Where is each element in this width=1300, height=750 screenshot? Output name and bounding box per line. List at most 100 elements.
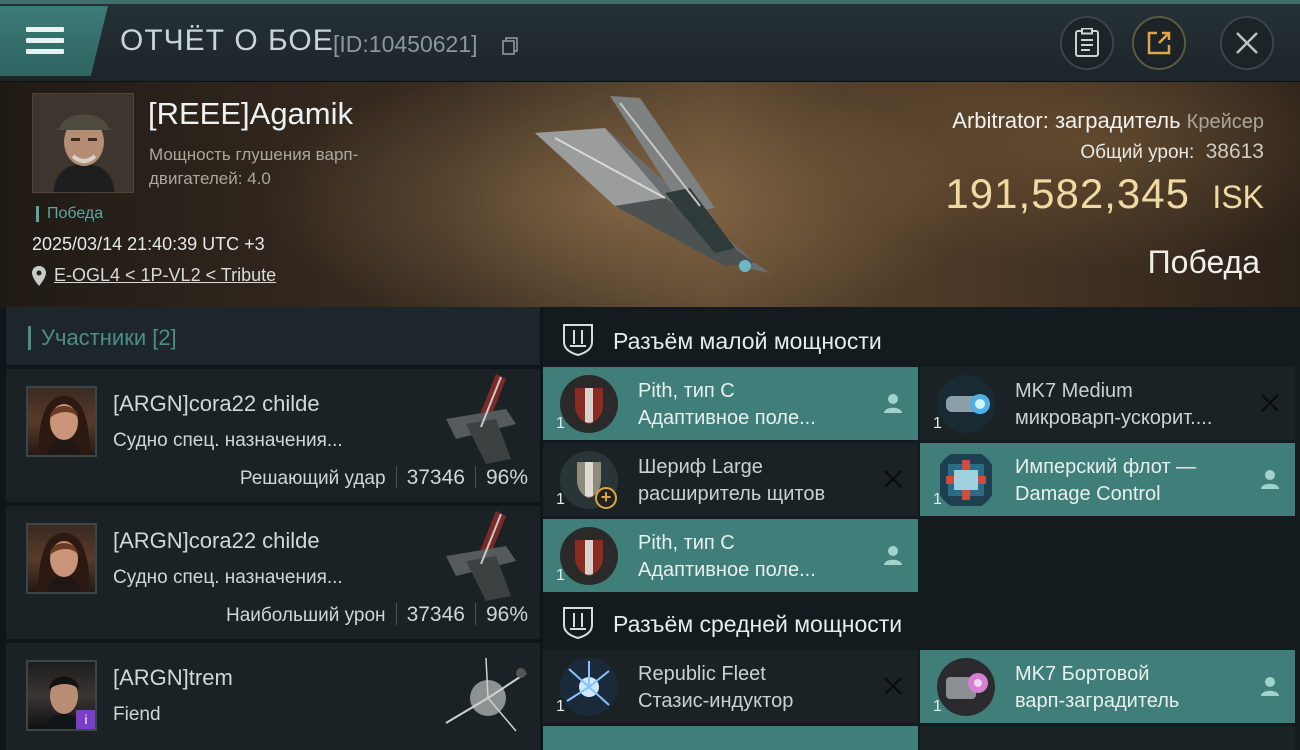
module-card[interactable]: 1 Имперский флот — Damage Control	[920, 443, 1295, 516]
copy-icon[interactable]	[502, 37, 518, 55]
participant-stats: Решающий удар 37346 96%	[240, 466, 528, 490]
participant-row[interactable]: [ARGN]cora22 childe Судно спец. назначен…	[6, 506, 540, 639]
participant-stats: Наибольший урон 37346 96%	[226, 603, 528, 627]
battle-location[interactable]: E-OGL4 < 1P-VL2 < Tribute	[32, 265, 276, 286]
participant-ship: Судно спец. назначения...	[113, 567, 343, 588]
shield-hardener-icon	[559, 374, 619, 434]
menu-icon	[26, 27, 64, 55]
participants-title: Участники [2]	[28, 326, 177, 350]
fitted-person-icon	[884, 546, 902, 565]
module-name: Имперский флот —	[1015, 456, 1197, 478]
mid-slot-title: Разъём средней мощности	[613, 611, 903, 637]
victim-ship-image[interactable]	[515, 88, 785, 283]
participant-name[interactable]: [ARGN]trem	[113, 665, 233, 691]
report-id: [ID:10450621]	[333, 31, 478, 57]
module-card[interactable]: 1 MK7 Medium микроварп-ускорит....	[920, 367, 1295, 440]
close-button[interactable]	[1220, 16, 1274, 70]
module-name: Шериф Large	[638, 456, 763, 478]
module-card-partial[interactable]	[920, 726, 1295, 750]
report-icon	[1075, 28, 1099, 57]
module-type: Стазис-индуктор	[638, 690, 794, 712]
participant-role: Наибольший урон	[225, 605, 386, 626]
module-card-partial[interactable]	[543, 726, 918, 750]
module-name: MK7 Бортовой	[1015, 663, 1150, 685]
module-card[interactable]: 1 Republic Fleet Стазис-индуктор	[543, 650, 918, 723]
low-slot-icon	[563, 324, 593, 356]
module-card[interactable]: 1 MK7 Бортовой варп-заградитель	[920, 650, 1295, 723]
low-slot-title: Разъём малой мощности	[613, 328, 882, 354]
participant-avatar[interactable]: i	[26, 660, 97, 731]
participant-role: Решающий удар	[239, 468, 386, 489]
participant-name[interactable]: [ARGN]cora22 childe	[113, 528, 320, 554]
participant-damage: 37346	[406, 603, 465, 626]
module-type: микроварп-ускорит....	[1015, 407, 1213, 429]
module-qty: 1	[933, 491, 942, 508]
participant-damage: 37346	[406, 466, 465, 489]
report-button[interactable]	[1060, 16, 1114, 70]
victim-ship-name[interactable]: Arbitrator: заградитель	[952, 108, 1180, 133]
menu-button[interactable]	[0, 6, 108, 76]
module-card[interactable]: + 1 Шериф Large расширитель щитов	[543, 443, 918, 516]
module-qty: 1	[933, 698, 942, 715]
participant-percent: 96%	[485, 603, 528, 626]
fitted-person-icon	[1261, 677, 1279, 696]
participant-ship-image[interactable]	[426, 643, 536, 743]
isk-unit: ISK	[1212, 179, 1264, 215]
shield-hardener-icon	[559, 526, 619, 586]
participant-ship: Fiend	[113, 704, 161, 725]
module-qty: 1	[556, 415, 565, 432]
total-damage: Общий урон: 38613	[1080, 140, 1264, 164]
warp-disruptor-icon	[936, 657, 996, 717]
mid-slot-header: Разъём средней мощности	[543, 593, 1300, 653]
destroyed-x-icon	[884, 470, 902, 488]
participant-avatar[interactable]	[26, 386, 97, 457]
total-damage-value: 38613	[1205, 140, 1264, 163]
page-title: ОТЧЁТ О БОЕ	[120, 24, 334, 57]
module-card[interactable]: 1 Pith, тип C Адаптивное поле...	[543, 367, 918, 440]
participant-name[interactable]: [ARGN]cora22 childe	[113, 391, 320, 417]
total-damage-label: Общий урон:	[1080, 142, 1195, 163]
module-name: Pith, тип C	[638, 532, 735, 554]
stasis-webifier-icon	[559, 657, 619, 717]
module-type: расширитель щитов	[638, 483, 826, 505]
participant-ship-image[interactable]	[426, 506, 536, 606]
module-type: варп-заградитель	[1015, 690, 1180, 712]
isk-loss: 191,582,345 ISK	[945, 170, 1264, 218]
warp-disruption-strength: Мощность глушения варп-двигателей: 4.0	[149, 145, 359, 188]
victim-ship-class: Крейсер	[1186, 111, 1264, 133]
share-button[interactable]	[1132, 16, 1186, 70]
share-icon	[1147, 31, 1171, 55]
participant-row[interactable]: [ARGN]cora22 childe Судно спец. назначен…	[6, 369, 540, 502]
participant-avatar[interactable]	[26, 523, 97, 594]
info-badge: i	[76, 710, 95, 729]
participant-ship: Судно спец. назначения...	[113, 430, 343, 451]
battle-result: Победа	[1147, 244, 1260, 280]
module-qty: 1	[556, 567, 565, 584]
microwarpdrive-icon	[936, 374, 996, 434]
plus-icon: +	[595, 487, 617, 509]
module-card[interactable]: 1 Pith, тип C Адаптивное поле...	[543, 519, 918, 592]
module-qty: 1	[556, 698, 565, 715]
module-name: Pith, тип C	[638, 380, 735, 402]
module-name: Republic Fleet	[638, 663, 766, 685]
location-pin-icon	[32, 265, 46, 286]
isk-value: 191,582,345	[945, 170, 1190, 217]
module-type: Адаптивное поле...	[638, 559, 816, 581]
close-icon	[1236, 32, 1258, 54]
module-type: Damage Control	[1015, 483, 1161, 505]
victim-name[interactable]: [REEE]Agamik	[148, 96, 353, 132]
module-type: Адаптивное поле...	[638, 407, 816, 429]
battle-datetime: 2025/03/14 21:40:39 UTC +3	[32, 234, 265, 254]
location-link[interactable]: E-OGL4 < 1P-VL2 < Tribute	[54, 265, 276, 286]
participant-ship-image[interactable]	[426, 369, 536, 469]
destroyed-x-icon	[884, 677, 902, 695]
module-qty: 1	[933, 415, 942, 432]
mid-slot-icon	[563, 607, 593, 639]
module-name: MK7 Medium	[1015, 380, 1133, 402]
fitted-person-icon	[884, 394, 902, 413]
victim-avatar[interactable]	[32, 93, 134, 193]
fitted-person-icon	[1261, 470, 1279, 489]
participant-row[interactable]: i [ARGN]trem Fiend	[6, 643, 540, 750]
module-qty: 1	[556, 491, 565, 508]
damage-control-icon	[936, 450, 996, 510]
